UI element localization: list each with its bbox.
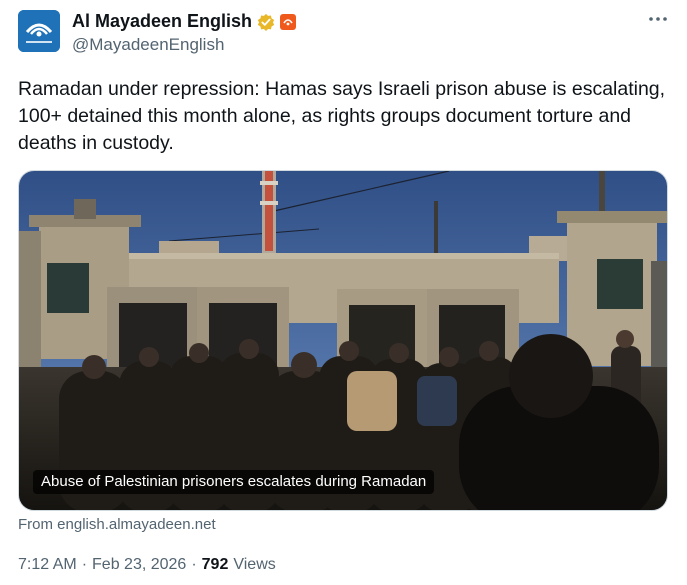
views-count[interactable]: 792: [202, 556, 229, 574]
affiliate-badge-icon[interactable]: [280, 13, 297, 30]
almayadeen-logo-icon: [18, 10, 60, 52]
meta-separator: ·: [191, 556, 197, 573]
more-horizontal-icon[interactable]: [648, 12, 668, 26]
affiliate-logo-icon: [283, 18, 293, 25]
tweet-time[interactable]: 7:12 AM: [18, 556, 77, 574]
link-card[interactable]: Abuse of Palestinian prisoners escalates…: [18, 170, 668, 511]
views-label: Views: [233, 556, 276, 573]
author-display-name[interactable]: Al Mayadeen English: [72, 11, 252, 32]
tweet-meta: 7:12 AM · Feb 23, 2026 · 792 Views: [18, 556, 276, 574]
verified-badge-icon[interactable]: [257, 13, 275, 31]
author-handle[interactable]: @MayadeenEnglish: [72, 35, 224, 55]
tweet-date[interactable]: Feb 23, 2026: [92, 556, 186, 574]
avatar[interactable]: [18, 10, 60, 52]
card-caption: Abuse of Palestinian prisoners escalates…: [33, 470, 435, 494]
article-image: [19, 171, 667, 510]
meta-separator: ·: [81, 556, 88, 573]
author-name-row: Al Mayadeen English: [72, 11, 297, 32]
tweet-text: Ramadan under repression: Hamas says Isr…: [18, 78, 666, 154]
card-source-link[interactable]: From english.almayadeen.net: [18, 516, 216, 533]
